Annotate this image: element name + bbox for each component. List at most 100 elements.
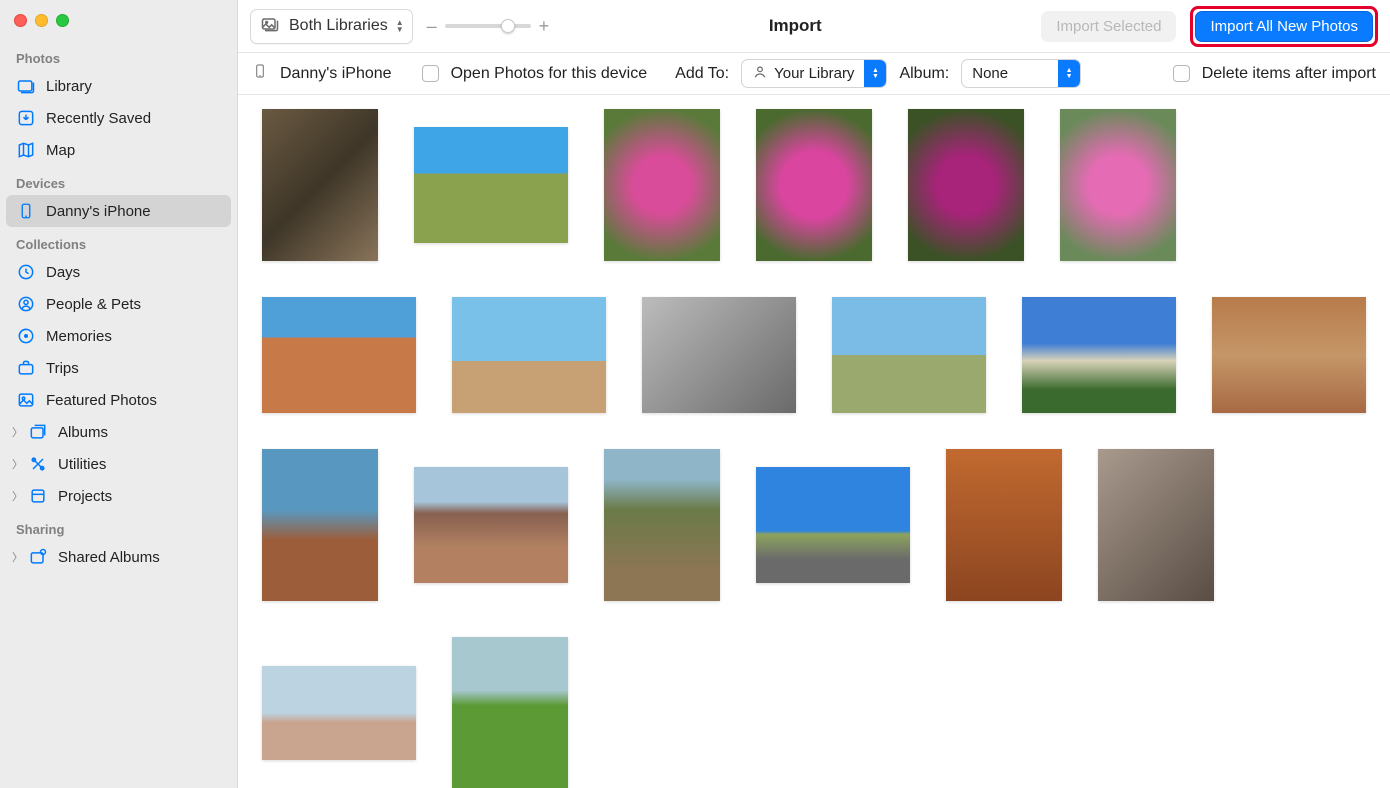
person-icon — [752, 64, 768, 84]
photo-thumbnail[interactable] — [642, 297, 796, 413]
delete-after-import-checkbox[interactable] — [1173, 65, 1190, 82]
add-to-select[interactable]: Your Library ▲▼ — [741, 59, 887, 88]
sidebar: Photos Library Recently Saved Map Device… — [0, 0, 238, 788]
chevron-right-icon[interactable]: 〉 — [12, 424, 22, 440]
album-label: Album: — [899, 65, 949, 83]
sidebar-item-label: Library — [46, 78, 92, 95]
sidebar-item-library[interactable]: Library — [6, 70, 231, 102]
photo-thumbnail[interactable] — [1212, 297, 1366, 413]
zoom-out-button[interactable]: – — [427, 16, 437, 37]
zoom-slider[interactable] — [445, 24, 531, 28]
photo-thumbnail[interactable] — [756, 467, 910, 583]
clock-icon — [16, 262, 36, 282]
photo-thumbnail[interactable] — [262, 109, 378, 261]
photo-thumbnail[interactable] — [262, 297, 416, 413]
sidebar-item-label: Map — [46, 142, 75, 159]
photo-thumbnail[interactable] — [1060, 109, 1176, 261]
sidebar-item-label: Featured Photos — [46, 392, 157, 409]
delete-after-import-label: Delete items after import — [1202, 65, 1376, 83]
libraries-icon — [259, 14, 281, 39]
sidebar-item-shared-albums[interactable]: 〉 Shared Albums — [6, 541, 231, 573]
shared-albums-icon — [28, 547, 48, 567]
sidebar-item-label: Recently Saved — [46, 110, 151, 127]
sidebar-item-label: Memories — [46, 328, 112, 345]
photo-thumbnail[interactable] — [262, 449, 378, 601]
sidebar-item-label: Shared Albums — [58, 549, 160, 566]
photo-thumbnail[interactable] — [604, 109, 720, 261]
select-arrows-icon: ▲▼ — [864, 60, 886, 87]
window-controls — [6, 8, 231, 41]
memories-icon — [16, 326, 36, 346]
tools-icon — [28, 454, 48, 474]
person-circle-icon — [16, 294, 36, 314]
photo-thumbnail[interactable] — [832, 297, 986, 413]
sidebar-item-recently-saved[interactable]: Recently Saved — [6, 102, 231, 134]
highlight-annotation: Import All New Photos — [1190, 6, 1378, 47]
section-header-collections: Collections — [6, 227, 231, 256]
photo-thumbnail[interactable] — [756, 109, 872, 261]
sidebar-item-projects[interactable]: 〉 Projects — [6, 480, 231, 512]
toolbar: Both Libraries ▲▼ – + Import Import Sele… — [238, 0, 1390, 53]
import-all-button[interactable]: Import All New Photos — [1195, 11, 1373, 42]
section-header-sharing: Sharing — [6, 512, 231, 541]
suitcase-icon — [16, 358, 36, 378]
sidebar-item-label: Projects — [58, 488, 112, 505]
photo-thumbnail[interactable] — [262, 666, 416, 760]
photo-thumbnail[interactable] — [452, 297, 606, 413]
iphone-icon — [252, 61, 268, 86]
library-picker[interactable]: Both Libraries ▲▼ — [250, 9, 413, 44]
sidebar-item-device-iphone[interactable]: Danny's iPhone — [6, 195, 231, 227]
zoom-slider-thumb[interactable] — [501, 19, 515, 33]
photo-thumbnail[interactable] — [1098, 449, 1214, 601]
map-icon — [16, 140, 36, 160]
photo-thumbnail[interactable] — [946, 449, 1062, 601]
library-icon — [16, 76, 36, 96]
chevron-right-icon[interactable]: 〉 — [12, 456, 22, 472]
updown-icon: ▲▼ — [396, 19, 404, 33]
sidebar-item-map[interactable]: Map — [6, 134, 231, 166]
add-to-label: Add To: — [675, 65, 729, 83]
section-header-devices: Devices — [6, 166, 231, 195]
sidebar-item-label: Days — [46, 264, 80, 281]
projects-icon — [28, 486, 48, 506]
sidebar-item-label: Trips — [46, 360, 79, 377]
photo-thumbnail[interactable] — [604, 449, 720, 601]
close-window-button[interactable] — [14, 14, 27, 27]
add-to-value: Your Library — [774, 65, 854, 82]
sidebar-item-memories[interactable]: Memories — [6, 320, 231, 352]
album-value: None — [972, 65, 1008, 82]
photo-thumbnail[interactable] — [452, 637, 568, 788]
chevron-right-icon[interactable]: 〉 — [12, 549, 22, 565]
minimize-window-button[interactable] — [35, 14, 48, 27]
open-photos-checkbox[interactable] — [422, 65, 439, 82]
zoom-in-button[interactable]: + — [539, 16, 550, 37]
photo-grid — [238, 95, 1390, 788]
sidebar-item-label: Danny's iPhone — [46, 203, 151, 220]
photo-thumbnail[interactable] — [414, 127, 568, 243]
photo-thumbnail[interactable] — [414, 467, 568, 583]
library-picker-label: Both Libraries — [289, 17, 388, 35]
open-photos-label: Open Photos for this device — [451, 65, 648, 83]
sidebar-item-featured-photos[interactable]: Featured Photos — [6, 384, 231, 416]
device-name-label: Danny's iPhone — [280, 65, 392, 83]
sidebar-item-utilities[interactable]: 〉 Utilities — [6, 448, 231, 480]
sidebar-item-people-pets[interactable]: People & Pets — [6, 288, 231, 320]
select-arrows-icon: ▲▼ — [1058, 60, 1080, 87]
sidebar-item-label: People & Pets — [46, 296, 141, 313]
fullscreen-window-button[interactable] — [56, 14, 69, 27]
section-header-photos: Photos — [6, 41, 231, 70]
zoom-control: – + — [427, 16, 550, 37]
album-select[interactable]: None ▲▼ — [961, 59, 1081, 88]
download-icon — [16, 108, 36, 128]
sidebar-item-days[interactable]: Days — [6, 256, 231, 288]
photo-thumbnail[interactable] — [1022, 297, 1176, 413]
sidebar-item-trips[interactable]: Trips — [6, 352, 231, 384]
iphone-icon — [16, 201, 36, 221]
sidebar-item-albums[interactable]: 〉 Albums — [6, 416, 231, 448]
chevron-right-icon[interactable]: 〉 — [12, 488, 22, 504]
main-content: Both Libraries ▲▼ – + Import Import Sele… — [238, 0, 1390, 788]
page-title: Import — [563, 16, 1027, 36]
photo-icon — [16, 390, 36, 410]
import-selected-button[interactable]: Import Selected — [1041, 11, 1176, 42]
photo-thumbnail[interactable] — [908, 109, 1024, 261]
